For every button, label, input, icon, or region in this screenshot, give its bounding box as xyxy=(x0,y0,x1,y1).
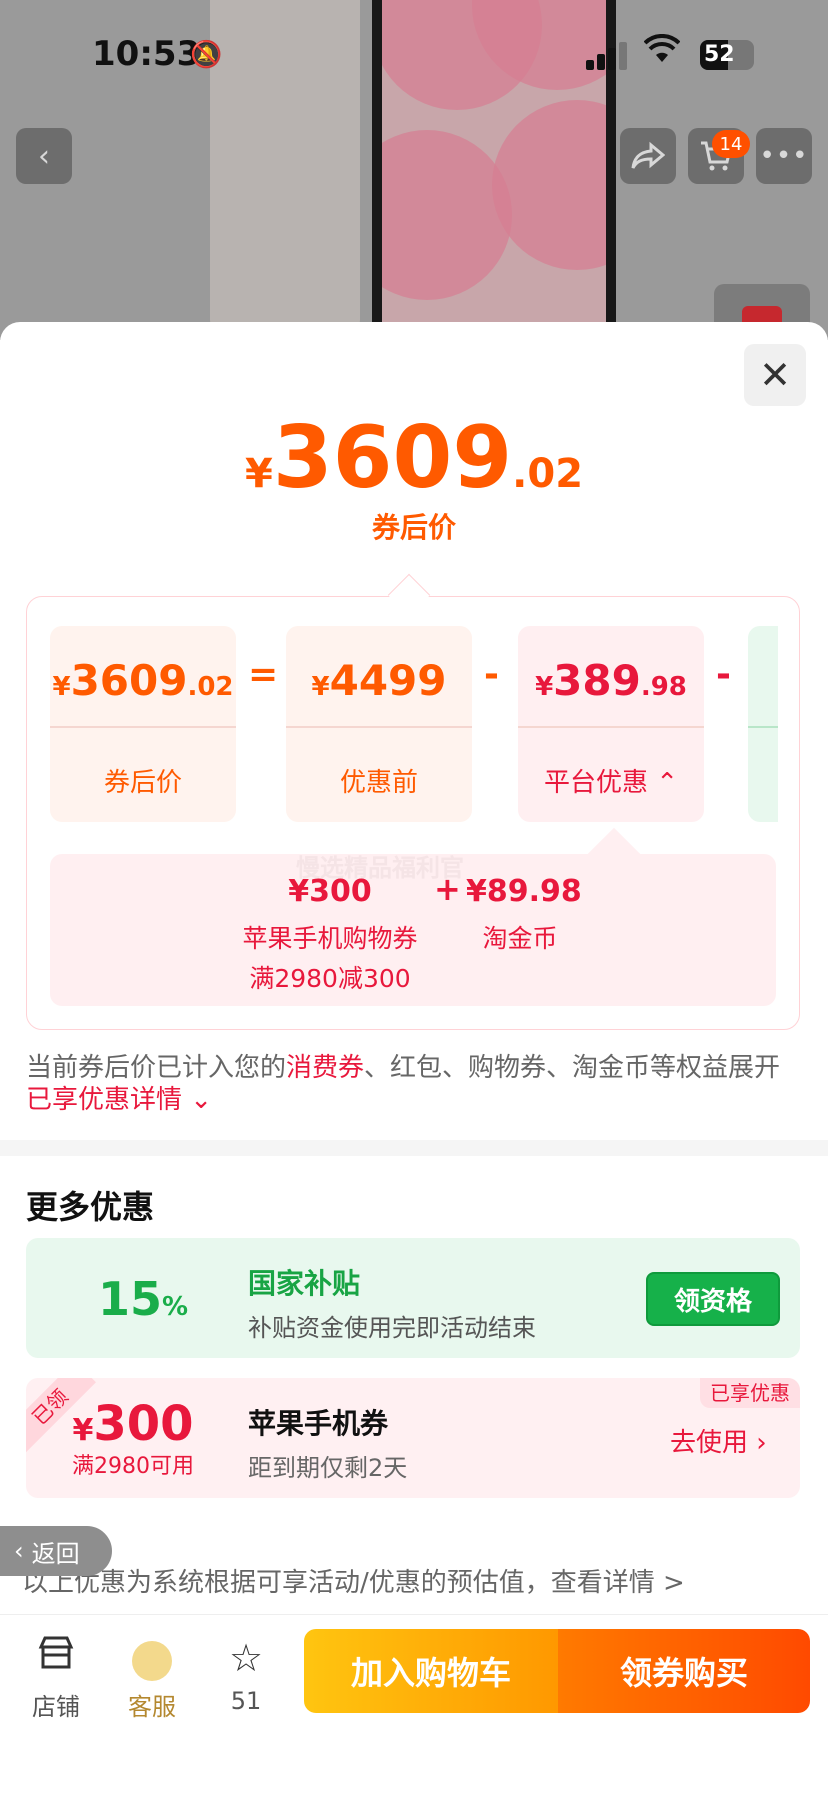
final-price-label: 券后价 xyxy=(371,511,456,544)
coupon-condition: 满2980可用 xyxy=(72,1454,194,1479)
chevron-up-icon: ⌃ xyxy=(656,768,679,798)
status-bar: 10:53 🔕 52 xyxy=(0,0,828,110)
claim-qualification-button[interactable]: 领资格 xyxy=(646,1272,780,1326)
card-after-coupon: ¥3609.02 券后价 xyxy=(50,626,236,822)
close-icon: ✕ xyxy=(759,353,791,397)
claim-coupon-buy-button[interactable]: 领券购买 xyxy=(558,1629,810,1713)
discount-item-coins: ¥89.98 淘金币 xyxy=(466,874,582,955)
use-coupon-link[interactable]: 去使用 › xyxy=(670,1422,767,1459)
card-partial-next[interactable] xyxy=(748,626,778,822)
service-avatar-icon xyxy=(112,1635,192,1681)
chevron-right-icon: › xyxy=(756,1428,767,1458)
store-icon xyxy=(16,1635,96,1681)
favorite-count: 51 xyxy=(230,1687,262,1715)
card-value: ¥389.98 xyxy=(535,656,687,705)
disclaimer-text[interactable]: 以上优惠为系统根据可享活动/优惠的预估值，查看详情 > xyxy=(22,1562,685,1599)
chevron-left-icon: ‹ xyxy=(14,1537,24,1565)
item-name: 淘金币 xyxy=(482,924,558,953)
minus-sign: - xyxy=(716,654,731,695)
floating-back-button[interactable]: ‹ 返回 xyxy=(0,1526,112,1576)
price-note: 当前券后价已计入您的消费券、红包、购物券、淘金币等权益展开已享优惠详情 ⌄ xyxy=(26,1053,781,1115)
enjoyed-tag: 已享优惠 xyxy=(700,1378,800,1408)
star-icon: ☆ xyxy=(228,1636,264,1680)
share-button[interactable] xyxy=(620,128,676,184)
tab-label: 客服 xyxy=(128,1693,176,1721)
item-amount: ¥89.98 xyxy=(466,874,582,909)
signal-icon xyxy=(586,42,630,70)
card-label: 优惠前 xyxy=(339,768,418,798)
coupon-expiry: 距到期仅剩2天 xyxy=(248,1454,408,1482)
tab-service[interactable]: 客服 xyxy=(112,1635,192,1722)
item-condition: 满2980减300 xyxy=(249,964,411,993)
equals-sign: = xyxy=(248,654,279,695)
chevron-down-icon: ⌄ xyxy=(190,1085,213,1115)
subsidy-desc: 补贴资金使用完即活动结束 xyxy=(248,1314,536,1342)
more-icon: ••• xyxy=(759,141,809,171)
minus-sign: - xyxy=(484,654,499,695)
subsidy-percent: 15% xyxy=(98,1272,189,1326)
more-button[interactable]: ••• xyxy=(756,128,812,184)
national-subsidy-card[interactable]: 15% 国家补贴 补贴资金使用完即活动结束 领资格 xyxy=(26,1238,800,1358)
wifi-icon xyxy=(643,33,681,72)
bell-slash-icon: 🔕 xyxy=(190,40,223,70)
status-time: 10:53 xyxy=(92,34,201,74)
tab-label: 店铺 xyxy=(32,1693,80,1721)
battery-level: 52 xyxy=(704,42,735,67)
coupon-title: 苹果手机券 xyxy=(248,1407,389,1440)
plus-sign: + xyxy=(434,870,461,908)
card-value: ¥4499 xyxy=(311,656,447,705)
add-to-cart-button[interactable]: 加入购物车 xyxy=(304,1629,558,1713)
discount-item-coupon: ¥300 苹果手机购物券 满2980减300 xyxy=(216,874,444,995)
cart-count-badge: 14 xyxy=(712,130,750,158)
more-offers-title: 更多优惠 xyxy=(26,1188,155,1226)
card-original-price: ¥4499 优惠前 xyxy=(286,626,472,822)
chevron-left-icon: ‹ xyxy=(38,138,50,174)
item-amount: ¥300 xyxy=(288,874,372,909)
subsidy-title: 国家补贴 xyxy=(248,1267,361,1300)
card-platform-discount[interactable]: ¥389.98 平台优惠 ⌃ xyxy=(518,626,704,822)
tab-store[interactable]: 店铺 xyxy=(16,1635,96,1722)
coupon-amount: ¥300 xyxy=(72,1396,194,1452)
card-label: 券后价 xyxy=(103,768,182,798)
battery-icon: 52 xyxy=(700,40,754,70)
share-icon xyxy=(631,141,665,169)
apple-phone-coupon-card[interactable]: 已领 ¥300 满2980可用 苹果手机券 距到期仅剩2天 已享优惠 去使用 › xyxy=(26,1378,800,1498)
bottom-action-bar: 店铺 客服 ☆ 51 加入购物车 领券购买 xyxy=(0,1614,828,1795)
back-button[interactable]: ‹ xyxy=(16,128,72,184)
item-name: 苹果手机购物券 xyxy=(242,924,418,953)
close-button[interactable]: ✕ xyxy=(744,344,806,406)
final-price: ¥3609.02 xyxy=(244,408,584,508)
enjoyed-discount-details-link[interactable]: 已享优惠详情 ⌄ xyxy=(26,1085,212,1115)
card-value: ¥3609.02 xyxy=(52,656,234,705)
card-label: 平台优惠 ⌃ xyxy=(543,768,679,798)
tab-favorite[interactable]: ☆ 51 xyxy=(206,1635,286,1715)
